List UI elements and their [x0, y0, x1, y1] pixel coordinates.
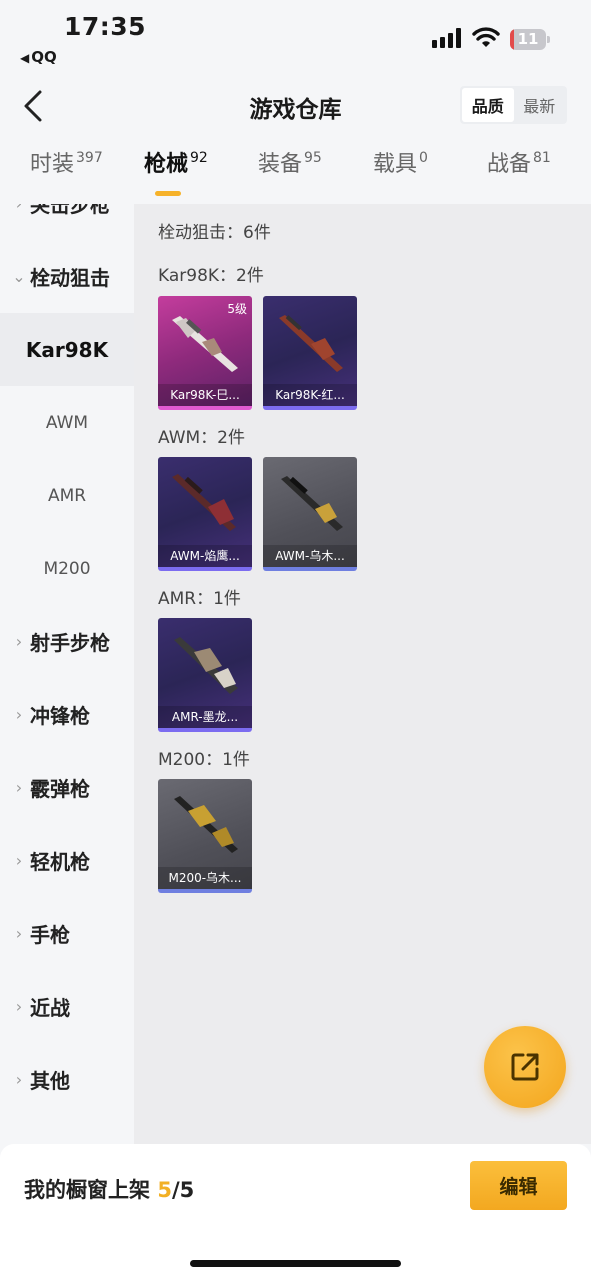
sniper-rifle-icon	[281, 476, 343, 531]
sniper-rifle-icon	[279, 315, 343, 372]
sidebar-item-other[interactable]: › 其他	[0, 1043, 134, 1116]
wifi-icon	[472, 27, 500, 47]
item-name: M200-乌木...	[158, 867, 252, 889]
share-button[interactable]	[484, 1026, 566, 1108]
cellular-signal-icon	[432, 28, 462, 48]
item-name: AMR-墨龙...	[158, 706, 252, 728]
sidebar-item-label: 轻机枪	[30, 850, 90, 874]
item-grid-panel: 栓动狙击：6件 Kar98K：2件 5级 Kar98K-巳... Kar98K-…	[134, 204, 591, 1144]
weapon-category-sidebar: › 突击步枪 ⌄栓动狙击 Kar98K AWM AMR M200 › 射手步枪 › 冲…	[0, 204, 134, 1144]
item-card[interactable]: AWM-焰鹰...	[158, 457, 252, 571]
status-time: 17:35	[64, 12, 147, 41]
group-label: AMR：1件	[158, 589, 241, 609]
sidebar-item-pistol[interactable]: › 手枪	[0, 897, 134, 970]
chevron-right-icon: ›	[15, 632, 23, 651]
tab-count: 0	[419, 150, 428, 166]
item-name: AWM-乌木...	[263, 545, 357, 567]
tab-count: 95	[304, 150, 322, 166]
item-card[interactable]: AWM-乌木...	[263, 457, 357, 571]
chevron-down-icon: ⌄	[12, 267, 26, 286]
sidebar-item-amr[interactable]: AMR	[0, 459, 134, 532]
sidebar-item-label: 近战	[30, 996, 70, 1020]
sidebar-item-label: AWM	[45, 412, 89, 433]
chevron-right-icon: ›	[15, 924, 23, 943]
showcase-current-count: 5	[157, 1178, 172, 1202]
sniper-rifle-icon	[172, 474, 236, 531]
sidebar-item-label: 突击步枪	[30, 204, 110, 217]
chevron-right-icon: ›	[15, 997, 23, 1016]
battery-level: 11	[517, 30, 539, 48]
sidebar-item-label: AMR	[47, 485, 87, 506]
sniper-rifle-icon	[172, 316, 238, 372]
sidebar-item-label: 其他	[30, 1069, 70, 1093]
share-external-icon	[511, 1053, 539, 1081]
item-level-badge: 5级	[227, 302, 247, 316]
tab-label: 载具	[373, 152, 418, 177]
tab-vehicles[interactable]: 载具 0	[373, 146, 428, 204]
sort-toggle: 品质 最新	[460, 86, 567, 124]
sidebar-item-label: Kar98K	[25, 337, 109, 362]
chevron-right-icon: ›	[15, 851, 23, 870]
sidebar-item-label: 手枪	[30, 923, 70, 947]
tab-equipment[interactable]: 装备 95	[258, 146, 322, 204]
category-summary: 栓动狙击：6件	[158, 223, 271, 243]
sidebar-item-shotgun[interactable]: › 霰弹枪	[0, 751, 134, 824]
sidebar-item-assault-rifle[interactable]: › 突击步枪	[0, 204, 134, 240]
chevron-right-icon: ›	[15, 778, 23, 797]
sidebar-item-label: 霰弹枪	[30, 777, 90, 801]
back-to-app-link[interactable]: ◀ QQ	[20, 48, 57, 66]
item-name: AWM-焰鹰...	[158, 545, 252, 567]
showcase-count-text: 我的橱窗上架 5/5	[24, 1174, 194, 1204]
item-card[interactable]: AMR-墨龙...	[158, 618, 252, 732]
chevron-right-icon: ›	[12, 204, 26, 213]
sidebar-item-awm[interactable]: AWM	[0, 386, 134, 459]
sidebar-item-label: 冲锋枪	[30, 704, 90, 728]
group-label: M200：1件	[158, 750, 250, 770]
tab-count: 81	[533, 150, 551, 166]
item-card[interactable]: M200-乌木...	[158, 779, 252, 893]
sidebar-item-label: M200	[43, 558, 91, 579]
sniper-rifle-icon	[174, 796, 238, 853]
active-tab-indicator	[155, 191, 181, 196]
tab-label: 战备	[487, 152, 532, 177]
edit-button[interactable]: 编辑	[470, 1161, 567, 1210]
sidebar-item-kar98k[interactable]: Kar98K	[0, 313, 134, 386]
sidebar-item-melee[interactable]: › 近战	[0, 970, 134, 1043]
sidebar-item-lmg[interactable]: › 轻机枪	[0, 824, 134, 897]
sidebar-item-label: 栓动狙击	[30, 266, 110, 290]
back-triangle-icon: ◀	[20, 51, 30, 65]
chevron-right-icon: ›	[15, 1070, 23, 1089]
battery-icon: 11	[510, 29, 550, 50]
sniper-rifle-icon	[174, 637, 238, 694]
group-label: Kar98K：2件	[158, 266, 264, 286]
tab-label: 枪械	[144, 152, 189, 177]
showcase-total-count: /5	[171, 1178, 195, 1202]
home-indicator[interactable]	[190, 1260, 401, 1267]
chevron-right-icon: ›	[15, 705, 23, 724]
sidebar-item-label: 射手步枪	[30, 631, 110, 655]
status-bar: 17:35 ◀ QQ 11	[0, 0, 591, 80]
sidebar-item-smg[interactable]: › 冲锋枪	[0, 678, 134, 751]
sidebar-item-m200[interactable]: M200	[0, 532, 134, 605]
item-name: Kar98K-红...	[263, 384, 357, 406]
category-tabs: 时装 397 枪械 92 装备 95 载具 0 战备 81	[0, 146, 591, 204]
sort-newest-button[interactable]: 最新	[514, 88, 566, 122]
item-name: Kar98K-巳...	[158, 384, 252, 406]
sidebar-item-bolt-sniper[interactable]: ⌄ 栓动狙击	[0, 240, 134, 313]
item-card[interactable]: 5级 Kar98K-巳...	[158, 296, 252, 410]
tab-label: 时装	[30, 152, 75, 177]
tab-count: 397	[76, 150, 103, 166]
sidebar-item-marksman-rifle[interactable]: › 射手步枪	[0, 605, 134, 678]
tab-fashion[interactable]: 时装 397	[30, 146, 103, 204]
item-card[interactable]: Kar98K-红...	[263, 296, 357, 410]
back-app-label: QQ	[31, 48, 57, 66]
tab-supplies[interactable]: 战备 81	[487, 146, 551, 204]
nav-bar: 游戏仓库 品质 最新	[0, 80, 591, 132]
tab-count: 92	[190, 150, 208, 166]
showcase-bar: 我的橱窗上架 5/5 编辑	[0, 1144, 591, 1280]
tab-label: 装备	[258, 152, 303, 177]
showcase-label: 我的橱窗上架	[24, 1178, 150, 1202]
group-label: AWM：2件	[158, 428, 245, 448]
sort-quality-button[interactable]: 品质	[462, 88, 514, 122]
